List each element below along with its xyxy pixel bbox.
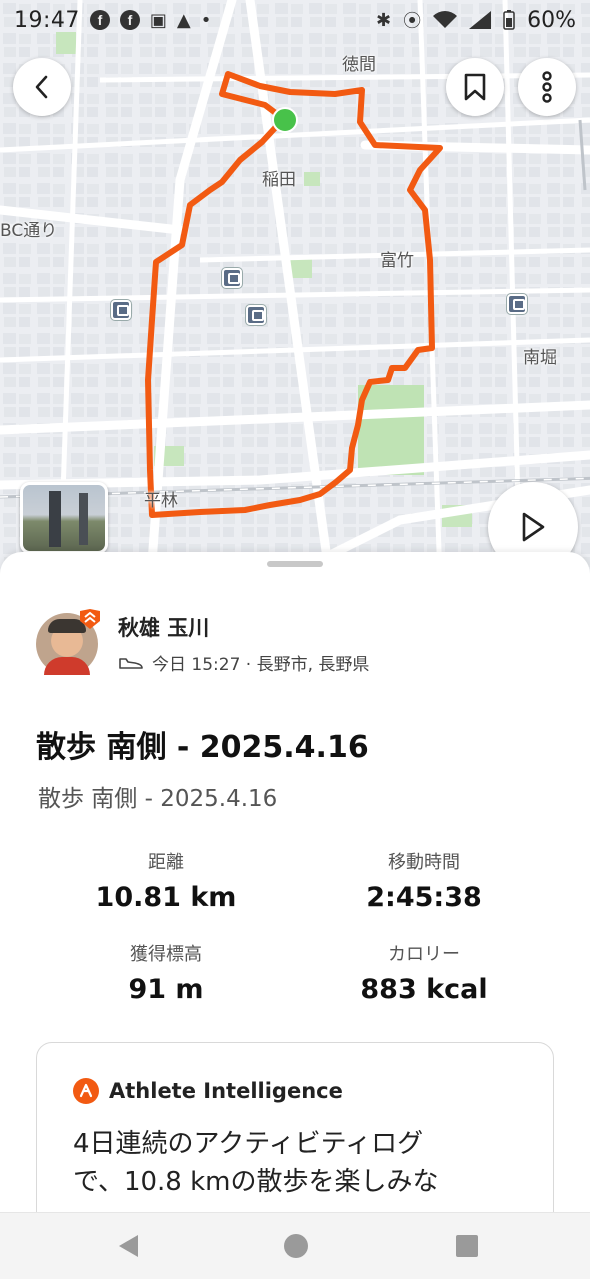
wifi-icon: [433, 11, 458, 28]
street-view-thumbnail[interactable]: [20, 482, 108, 554]
activity-meta: 今日 15:27 · 長野市, 長野県: [152, 655, 370, 675]
battery-percentage: 60%: [527, 7, 576, 33]
play-icon: [522, 512, 545, 542]
athlete-intelligence-icon: [73, 1078, 99, 1104]
stat-label: カロリー: [388, 944, 460, 965]
drag-handle[interactable]: [267, 561, 323, 567]
subscriber-badge-icon: [80, 608, 100, 629]
stat-label: 移動時間: [388, 852, 460, 873]
facebook-icon: f: [89, 10, 110, 30]
circle-home-icon: [284, 1234, 308, 1258]
activity-details-sheet[interactable]: 秋雄 玉川 今日 15:27 · 長野市, 長野県 散歩 南側 - 2025.4…: [0, 552, 590, 1212]
stat-moving-time: 移動時間 2:45:38: [294, 848, 554, 913]
nav-home-button[interactable]: [281, 1231, 311, 1261]
athlete-name[interactable]: 秋雄 玉川: [118, 612, 369, 642]
location-icon: ⦿: [403, 11, 422, 32]
bluetooth-icon: ✱: [376, 9, 392, 31]
stat-label: 距離: [148, 852, 184, 873]
station-icon: [507, 294, 527, 314]
square-recents-icon: [456, 1235, 478, 1257]
stat-calories: カロリー 883 kcal: [294, 940, 554, 1005]
stat-value: 10.81 km: [95, 882, 237, 913]
more-vertical-icon: [542, 71, 552, 103]
station-icon: [111, 300, 131, 320]
triangle-back-icon: [119, 1235, 138, 1257]
station-icon: [222, 268, 242, 288]
chevron-left-icon: [35, 75, 48, 99]
map-label-inada: 稲田: [262, 170, 296, 190]
map-label-tomitake: 富竹: [380, 251, 414, 271]
athlete-intelligence-card[interactable]: Athlete Intelligence 4日連続のアクティビティログ で、10…: [36, 1042, 554, 1212]
bookmark-button[interactable]: [446, 58, 504, 116]
athlete-intelligence-title: Athlete Intelligence: [109, 1079, 343, 1103]
stat-label: 獲得標高: [130, 944, 202, 965]
avatar[interactable]: [36, 608, 100, 675]
route-map[interactable]: 徳間 稲田 富竹 南堀 平林 BC通り 19:47 f f ▣ ▲ • ✱ ⦿ …: [0, 0, 590, 580]
nav-recents-button[interactable]: [452, 1231, 482, 1261]
status-time: 19:47: [14, 7, 80, 33]
more-button[interactable]: [518, 58, 576, 116]
status-bar: 19:47 f f ▣ ▲ • ✱ ⦿ 60%: [0, 0, 590, 40]
start-marker: [272, 107, 298, 133]
map-label-tokuma: 徳間: [342, 55, 376, 75]
stat-elevation-gain: 獲得標高 91 m: [36, 940, 296, 1005]
athlete-intelligence-line: 4日連続のアクティビティログ: [73, 1129, 424, 1159]
activity-description: 散歩 南側 - 2025.4.16: [38, 786, 278, 812]
activity-title: 散歩 南側 - 2025.4.16: [36, 730, 369, 765]
stat-value: 2:45:38: [366, 882, 482, 913]
notification-icon: ▣: [149, 9, 167, 31]
facebook-icon: f: [119, 10, 140, 30]
stat-value: 883 kcal: [360, 974, 488, 1005]
dot-icon: •: [200, 9, 212, 31]
stat-value: 91 m: [128, 974, 204, 1005]
shoe-icon: [119, 657, 143, 669]
map-label-bc-street: BC通り: [0, 221, 58, 241]
athlete-header[interactable]: 秋雄 玉川 今日 15:27 · 長野市, 長野県: [36, 608, 370, 675]
system-navigation-bar: [0, 1212, 590, 1279]
stat-distance: 距離 10.81 km: [36, 848, 296, 913]
nav-back-button[interactable]: [113, 1231, 143, 1261]
back-button[interactable]: [13, 58, 71, 116]
signal-icon: [469, 11, 492, 29]
battery-icon: [503, 10, 515, 30]
station-icon: [246, 305, 266, 325]
athlete-intelligence-line: で、10.8 kmの散歩を楽しみな: [73, 1167, 439, 1197]
warning-icon: ▲: [176, 9, 191, 31]
map-label-hirabayashi: 平林: [144, 491, 178, 511]
bookmark-icon: [464, 73, 486, 101]
athlete-intelligence-text: 4日連続のアクティビティログ で、10.8 kmの散歩を楽しみな: [73, 1125, 533, 1201]
map-label-minamibori: 南堀: [523, 348, 557, 368]
